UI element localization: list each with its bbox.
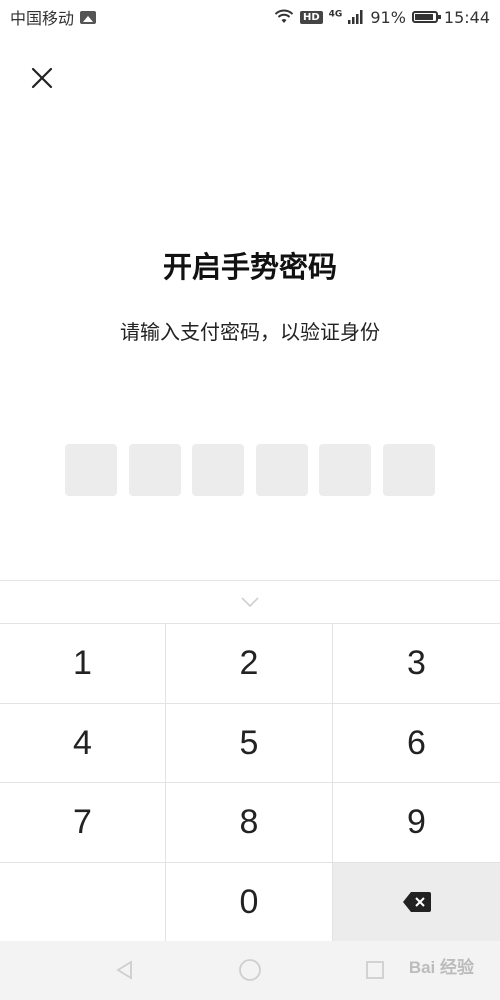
pin-box-4[interactable] [255,444,308,496]
delete-key[interactable] [333,863,500,942]
recent-apps-icon [366,961,384,979]
pin-input[interactable] [65,444,435,496]
key-3[interactable]: 3 [333,624,500,704]
pin-box-1[interactable] [65,444,117,496]
wifi-icon [274,9,294,23]
key-8[interactable]: 8 [166,783,333,863]
collapse-keyboard-button[interactable] [0,581,500,623]
key-7[interactable]: 7 [0,783,166,863]
status-right: HD 4G 91% 15:44 [274,8,490,27]
signal-icon [348,10,363,24]
key-2[interactable]: 2 [166,624,333,704]
network-type-badge: 4G [328,9,343,20]
chevron-down-icon [241,597,259,608]
key-5[interactable]: 5 [166,704,333,783]
backspace-icon [402,892,431,912]
back-icon [116,960,132,980]
status-bar: 中国移动 HD 4G 91% 15:44 [0,0,500,34]
baidu-jingyan-watermark: Bai 经验 [408,958,474,977]
key-9[interactable]: 9 [333,783,500,863]
key-0[interactable]: 0 [166,863,333,942]
key-1[interactable]: 1 [0,624,166,704]
page-title: 开启手势密码 [162,250,337,284]
battery-icon [411,11,441,23]
clock: 15:44 [443,7,490,27]
pin-box-3[interactable] [192,444,245,496]
nav-home-button[interactable] [235,955,265,985]
pin-box-2[interactable] [128,444,181,496]
pin-box-5[interactable] [319,444,372,496]
close-button[interactable] [24,60,60,96]
battery-percent: 91% [370,7,406,27]
close-icon [31,67,53,89]
pin-box-6[interactable] [382,444,435,496]
key-blank [0,863,166,942]
page-subtitle: 请输入支付密码，以验证身份 [120,320,380,344]
image-icon [80,10,97,24]
home-icon [239,959,261,981]
key-4[interactable]: 4 [0,704,166,783]
status-left: 中国移动 [10,5,97,29]
hd-badge: HD [300,10,323,24]
key-6[interactable]: 6 [333,704,500,783]
nav-recent-button[interactable] [360,955,390,985]
carrier-name: 中国移动 [10,9,75,28]
nav-back-button[interactable] [110,955,140,985]
numeric-keypad: 1 2 3 4 5 6 7 8 9 0 [0,623,500,942]
